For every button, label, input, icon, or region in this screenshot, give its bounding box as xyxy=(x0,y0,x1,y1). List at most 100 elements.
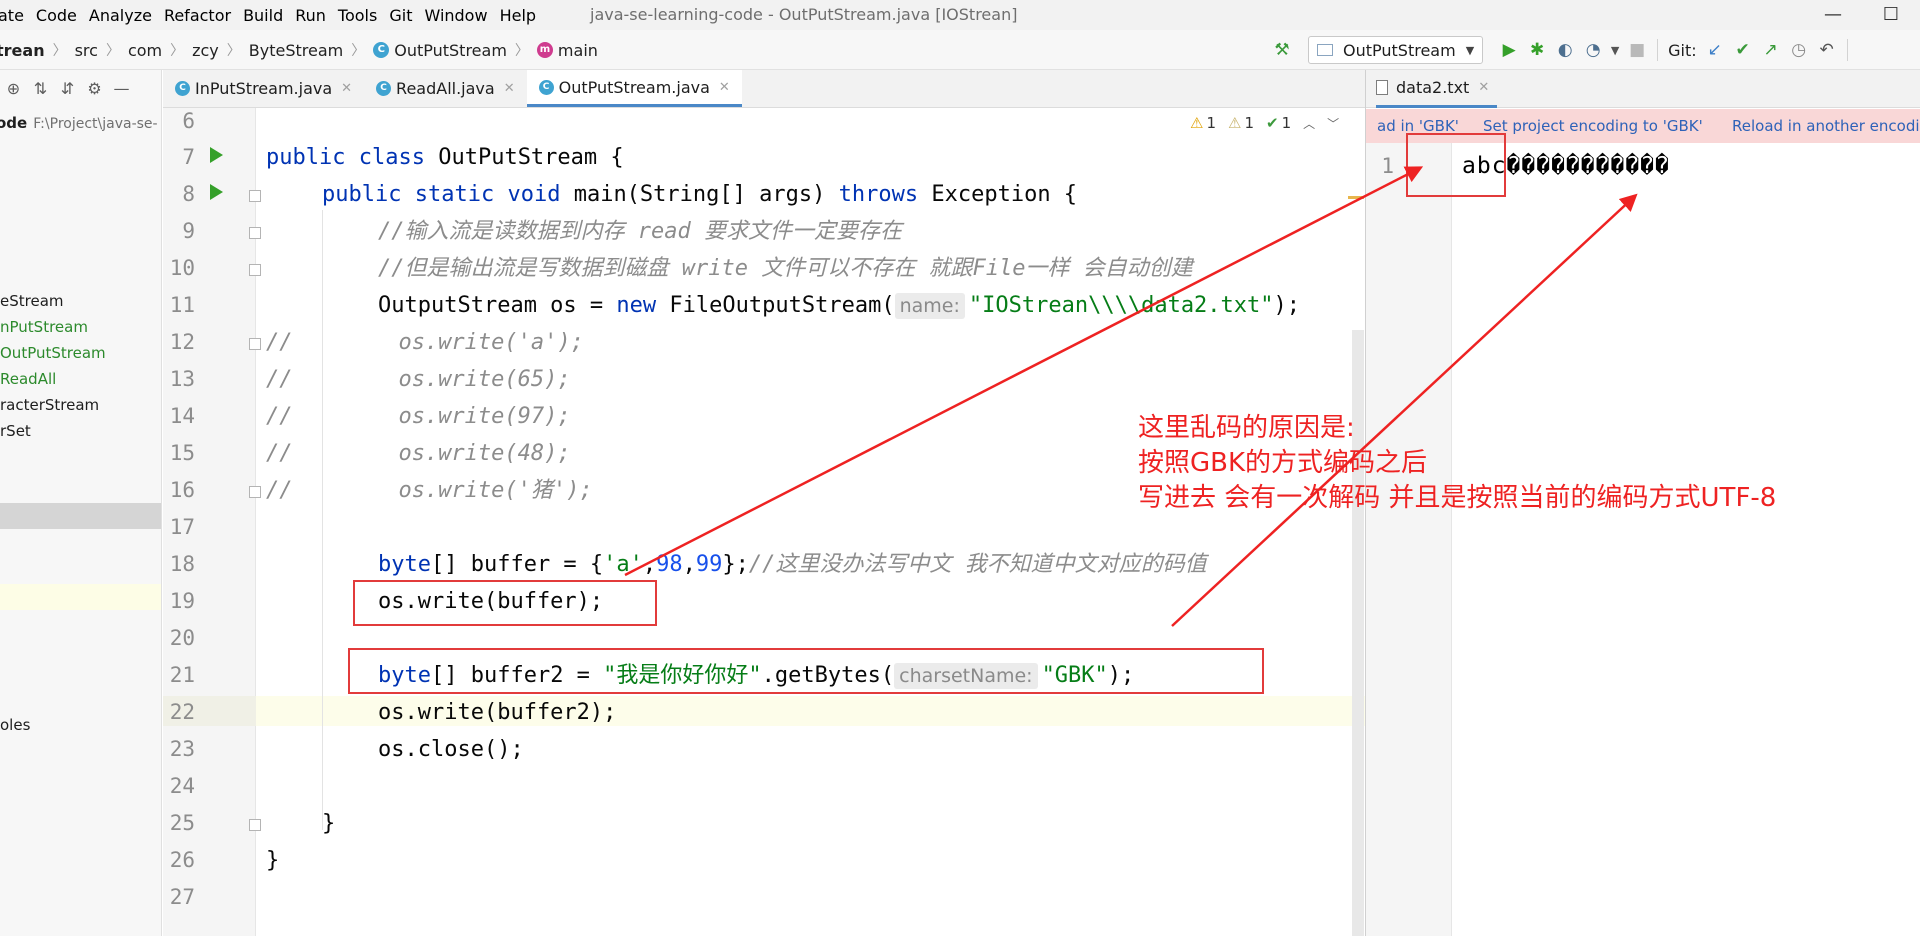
navigation-bar: trean 〉 src 〉 com 〉 zcy 〉 ByteStream 〉 C… xyxy=(0,30,1920,70)
menu-help[interactable]: Help xyxy=(494,6,542,25)
rollback-icon[interactable]: ↶ xyxy=(1813,40,1841,60)
tree-item-characterstream[interactable]: racterStream xyxy=(0,396,99,414)
method-icon: m xyxy=(536,42,553,58)
close-icon[interactable]: ✕ xyxy=(341,81,352,96)
tab-outputstream[interactable]: C OutPutStream.java ✕ xyxy=(526,70,742,107)
code-line-8[interactable]: public static void main(String[] args) t… xyxy=(322,180,1077,210)
breadcrumb-main[interactable]: m main xyxy=(536,41,598,60)
right-editor-gutter xyxy=(1366,143,1452,936)
code-line-22[interactable]: os.write(buffer2); xyxy=(378,698,616,728)
code-line-23[interactable]: os.close(); xyxy=(378,735,524,765)
code-line-9[interactable]: //输入流是读数据到内存 read 要求文件一定要存在 xyxy=(378,217,902,247)
build-hammer-icon[interactable]: ⚒ xyxy=(1268,40,1296,60)
code-line-18[interactable]: byte[] buffer = {'a',98,99};//这里没办法写中文 我… xyxy=(378,550,1207,580)
chevron-down-icon[interactable]: ▼ xyxy=(1607,44,1623,57)
code-line-14[interactable]: // os.write(97); xyxy=(266,402,571,432)
minimize-panel-icon[interactable]: — xyxy=(108,79,135,98)
tree-item-libraries[interactable]: oles xyxy=(0,716,30,734)
menu-git[interactable]: Git xyxy=(383,6,418,25)
collapse-all-icon[interactable]: ⇵ xyxy=(54,79,81,98)
project-root-path: F:\Project\java-se- xyxy=(33,116,158,132)
git-push-icon[interactable]: ↗ xyxy=(1757,40,1785,60)
code-line-12[interactable]: // os.write('a'); xyxy=(266,328,584,358)
token-number: 99 xyxy=(695,552,723,577)
close-icon[interactable]: ✕ xyxy=(1478,80,1489,95)
code-line-13[interactable]: // os.write(65); xyxy=(266,365,571,395)
chevron-up-icon[interactable]: ︿ xyxy=(1303,115,1315,132)
chevron-down-icon[interactable]: ﹀ xyxy=(1327,115,1339,132)
token-text: OutputStream os = xyxy=(378,293,617,318)
warning-stripe-marker[interactable] xyxy=(1348,196,1364,199)
fold-marker-icon[interactable] xyxy=(249,819,261,831)
fold-marker-icon[interactable] xyxy=(249,338,261,350)
profiler-icon[interactable]: ◔ xyxy=(1579,40,1607,60)
locate-icon[interactable]: ⊕ xyxy=(0,79,27,98)
menu-analyze[interactable]: Analyze xyxy=(83,6,158,25)
token-signature: main(String[] args) xyxy=(573,182,826,207)
expand-all-icon[interactable]: ⇅ xyxy=(27,79,54,98)
code-line-7[interactable]: public class OutPutStream { xyxy=(266,143,624,173)
tab-data2-txt[interactable]: data2.txt ✕ xyxy=(1376,70,1498,108)
fold-marker-icon[interactable] xyxy=(249,190,261,202)
chevron-right-icon: 〉 xyxy=(514,43,529,59)
project-panel-header: ⊕ ⇅ ⇵ ⚙ — xyxy=(0,70,161,106)
maximize-icon[interactable]: ☐ xyxy=(1862,0,1920,30)
menu-run[interactable]: Run xyxy=(289,6,332,25)
tree-item-bytestream[interactable]: eStream xyxy=(0,292,64,310)
run-icon[interactable]: ▶ xyxy=(1495,40,1523,60)
run-gutter-icon[interactable] xyxy=(210,147,223,163)
fold-marker-icon[interactable] xyxy=(249,264,261,276)
tab-label: ReadAll.java xyxy=(396,79,495,98)
menu-create[interactable]: ate xyxy=(0,6,30,25)
reload-another-encoding-link[interactable]: Reload in another encoding xyxy=(1732,117,1920,135)
close-icon[interactable]: ✕ xyxy=(719,80,730,95)
code-line-25[interactable]: } xyxy=(322,809,335,839)
project-root-node[interactable]: ode F:\Project\java-se- xyxy=(0,114,158,132)
breadcrumb-zcy[interactable]: zcy xyxy=(192,41,219,60)
breadcrumb-project[interactable]: trean xyxy=(0,41,45,60)
tree-item-readall[interactable]: ReadAll xyxy=(0,370,56,388)
menu-refactor[interactable]: Refactor xyxy=(158,6,237,25)
gear-icon[interactable]: ⚙ xyxy=(81,79,108,98)
git-update-icon[interactable]: ↙ xyxy=(1701,40,1729,60)
coverage-icon[interactable]: ◐ xyxy=(1551,40,1579,60)
close-icon[interactable]: ✕ xyxy=(504,81,515,96)
breadcrumb-com[interactable]: com xyxy=(128,41,162,60)
tree-item-outputstream[interactable]: OutPutStream xyxy=(0,344,106,362)
code-line-26[interactable]: } xyxy=(266,846,279,876)
menu-code[interactable]: Code xyxy=(30,6,83,25)
history-icon[interactable]: ◷ xyxy=(1785,40,1813,60)
fold-marker-icon[interactable] xyxy=(249,227,261,239)
run-configuration-selector[interactable]: OutPutStream ▼ xyxy=(1308,36,1484,64)
git-commit-icon[interactable]: ✔ xyxy=(1729,40,1757,60)
minimize-icon[interactable]: — xyxy=(1804,0,1862,30)
code-line-16[interactable]: // os.write('猪'); xyxy=(266,476,593,506)
tree-item-charset[interactable]: rSet xyxy=(0,422,31,440)
set-project-encoding-link[interactable]: Set project encoding to 'GBK' xyxy=(1483,117,1703,135)
breadcrumb-src[interactable]: src xyxy=(75,41,98,60)
tab-inputstream[interactable]: C InPutStream.java ✕ xyxy=(163,70,364,107)
fold-marker-icon[interactable] xyxy=(249,486,261,498)
run-gutter-icon[interactable] xyxy=(210,184,223,200)
token-class-name: OutPutStream { xyxy=(438,145,624,170)
token-keyword: public xyxy=(322,182,402,207)
menu-window[interactable]: Window xyxy=(418,6,493,25)
breadcrumb-bytestream[interactable]: ByteStream xyxy=(249,41,343,60)
code-line-10[interactable]: //但是输出流是写数据到磁盘 write 文件可以不存在 就跟File一样 会自… xyxy=(378,254,1193,284)
annotation-line: 写进去 会有一次解码 并且是按照当前的编码方式UTF-8 xyxy=(1138,483,1777,513)
token-text: , xyxy=(682,552,696,577)
debug-icon[interactable]: ✱ xyxy=(1523,40,1551,60)
window-title: java-se-learning-code - OutPutStream.jav… xyxy=(590,5,1018,24)
code-line-15[interactable]: // os.write(48); xyxy=(266,439,571,469)
tab-readall[interactable]: C ReadAll.java ✕ xyxy=(364,70,527,107)
token-comment: //这里没办法写中文 我不知道中文对应的码值 xyxy=(748,552,1207,577)
menu-tools[interactable]: Tools xyxy=(332,6,383,25)
red-annotation-text: 这里乱码的原因是: 按照GBK的方式编码之后 写进去 会有一次解码 并且是按照当… xyxy=(1138,411,1776,516)
stop-icon[interactable]: ■ xyxy=(1623,40,1651,60)
code-line-11[interactable]: OutputStream os = new FileOutputStream(n… xyxy=(378,291,1300,321)
tree-item-inputstream[interactable]: nPutStream xyxy=(0,318,88,336)
line-number: 13 xyxy=(169,367,195,391)
menu-build[interactable]: Build xyxy=(237,6,289,25)
breadcrumb-outputstream[interactable]: C OutPutStream xyxy=(373,41,507,60)
inspection-widget[interactable]: ⚠ 1 ⚠ 1 ✔ 1 ︿ ﹀ xyxy=(1190,114,1339,132)
